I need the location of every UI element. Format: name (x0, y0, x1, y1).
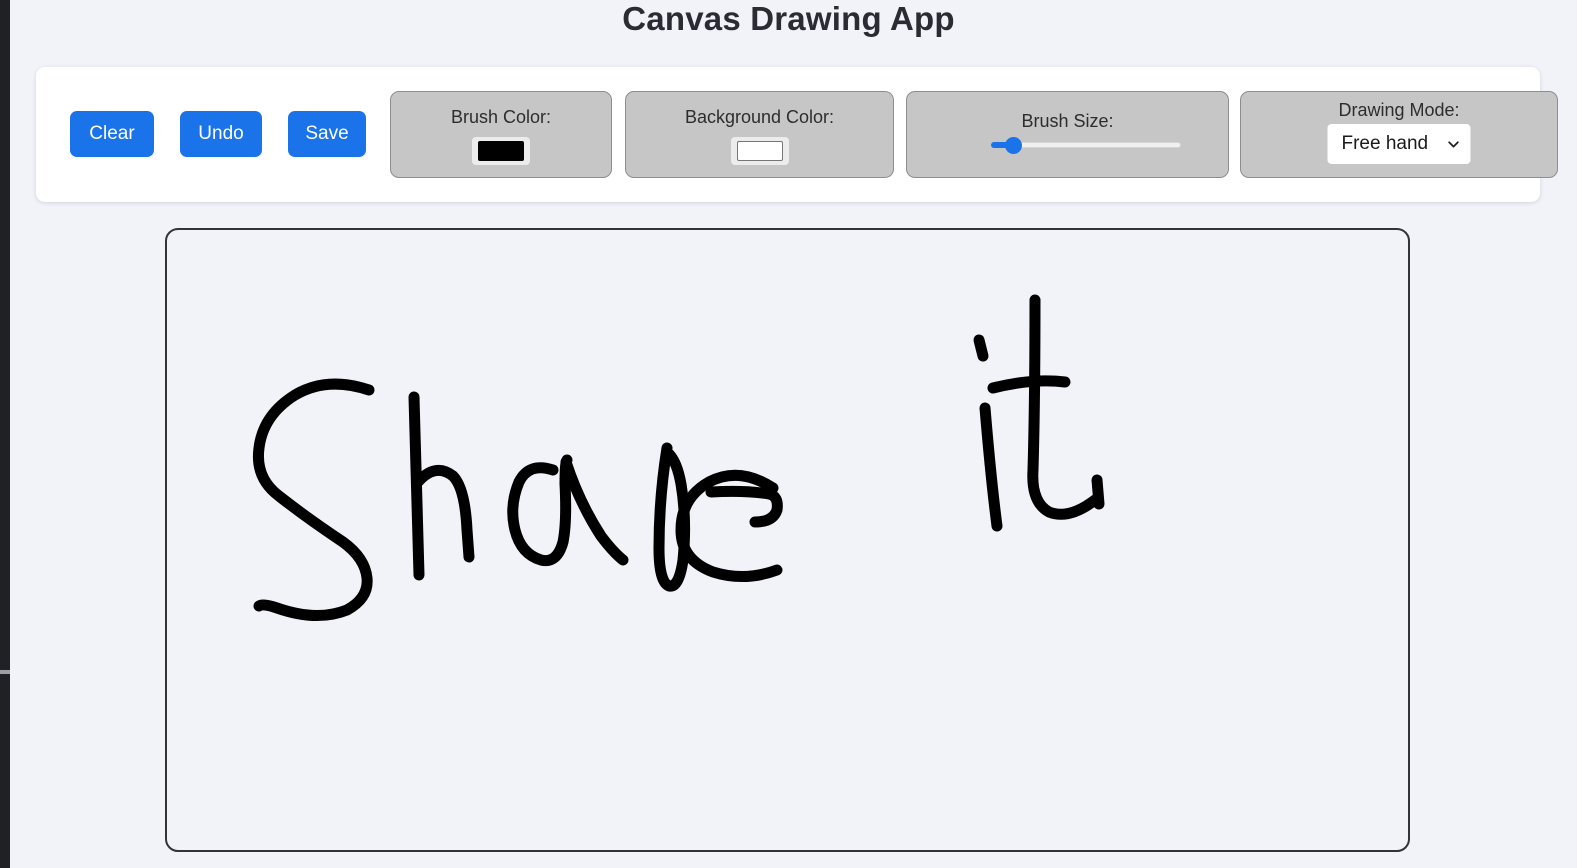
app-page: Canvas Drawing App Clear Undo Save Brush… (10, 0, 1577, 868)
background-color-chip (736, 141, 783, 161)
slider-thumb[interactable] (1005, 137, 1022, 154)
brush-color-swatch[interactable] (472, 137, 530, 165)
drawing-mode-control: Drawing Mode: Free hand (1240, 91, 1558, 178)
brush-size-control: Brush Size: (906, 91, 1229, 178)
page-title: Canvas Drawing App (622, 0, 955, 37)
drawing-canvas[interactable] (165, 228, 1410, 852)
drawing-mode-select[interactable]: Free hand (1327, 124, 1471, 164)
drawing-mode-label: Drawing Mode: (1338, 100, 1460, 120)
undo-button[interactable]: Undo (180, 111, 262, 157)
scrollbar-mark[interactable] (0, 670, 10, 674)
brush-size-slider[interactable] (991, 137, 1181, 154)
brush-size-label: Brush Size: (1021, 111, 1114, 131)
chevron-down-icon (1448, 141, 1459, 148)
clear-button[interactable]: Clear (70, 111, 154, 157)
drawing-mode-value: Free hand (1341, 133, 1429, 154)
brush-color-label: Brush Color: (450, 107, 552, 127)
background-color-control: Background Color: (625, 91, 894, 178)
brush-color-chip (478, 141, 524, 161)
window-edge-chrome (0, 0, 10, 868)
background-color-label: Background Color: (684, 107, 835, 127)
save-button[interactable]: Save (288, 111, 366, 157)
toolbar: Clear Undo Save Brush Color: Background … (36, 67, 1558, 202)
canvas-ink-strokes (252, 294, 1105, 622)
brush-color-control: Brush Color: (390, 91, 612, 178)
background-color-swatch[interactable] (730, 137, 789, 165)
